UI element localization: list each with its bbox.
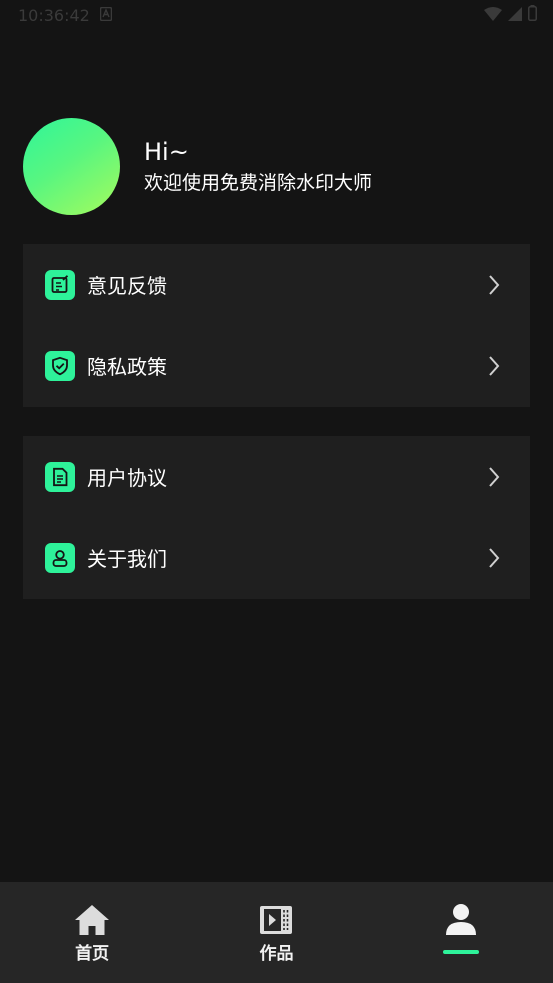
status-bar: 10:36:42 <box>0 0 553 30</box>
signal-icon <box>508 6 522 25</box>
tab-works[interactable]: 作品 <box>184 882 368 983</box>
menu-label-user-agreement: 用户协议 <box>87 466 167 490</box>
chevron-right-icon <box>486 546 502 570</box>
home-icon <box>74 903 110 937</box>
tab-label-works: 作品 <box>259 944 294 964</box>
menu-label-privacy: 隐私政策 <box>87 355 167 379</box>
profile-header: Hi~ 欢迎使用免费消除水印大师 <box>23 118 372 215</box>
bottom-tab-bar: 首页 作品 <box>0 882 553 983</box>
greeting-block: Hi~ 欢迎使用免费消除水印大师 <box>144 137 372 197</box>
wifi-icon <box>484 6 502 25</box>
status-time: 10:36:42 <box>18 5 90 25</box>
chevron-right-icon <box>486 354 502 378</box>
menu-label-feedback: 意见反馈 <box>87 274 167 298</box>
avatar[interactable] <box>23 118 120 215</box>
chevron-right-icon <box>486 273 502 297</box>
greeting-title: Hi~ <box>144 137 189 166</box>
video-icon <box>258 903 294 937</box>
feedback-icon <box>45 269 75 300</box>
tab-profile[interactable] <box>369 882 553 983</box>
shield-icon <box>45 350 75 381</box>
menu-card-1: 意见反馈 隐私政策 <box>23 244 530 407</box>
user-card-icon <box>45 542 75 573</box>
active-tab-indicator <box>442 950 479 954</box>
menu-item-user-agreement[interactable]: 用户协议 <box>23 436 530 517</box>
tab-home[interactable]: 首页 <box>0 882 184 983</box>
menu-card-2: 用户协议 关于我们 <box>23 436 530 599</box>
document-icon <box>45 461 75 492</box>
person-icon <box>443 903 479 937</box>
greeting-subtitle: 欢迎使用免费消除水印大师 <box>144 171 373 194</box>
status-left: 10:36:42 <box>18 5 113 25</box>
menu-item-privacy[interactable]: 隐私政策 <box>23 325 530 406</box>
status-right <box>484 5 537 25</box>
notification-icon <box>99 6 113 25</box>
menu-item-feedback[interactable]: 意见反馈 <box>23 244 530 325</box>
tab-label-home: 首页 <box>75 944 110 964</box>
menu-item-about-us[interactable]: 关于我们 <box>23 517 530 598</box>
battery-icon <box>528 5 537 25</box>
menu-label-about-us: 关于我们 <box>87 547 167 571</box>
profile-screen: 10:36:42 Hi~ 欢迎使用免费消除水印大师 意见反馈 隐私政策 用户协议… <box>0 0 553 983</box>
chevron-right-icon <box>486 465 502 489</box>
